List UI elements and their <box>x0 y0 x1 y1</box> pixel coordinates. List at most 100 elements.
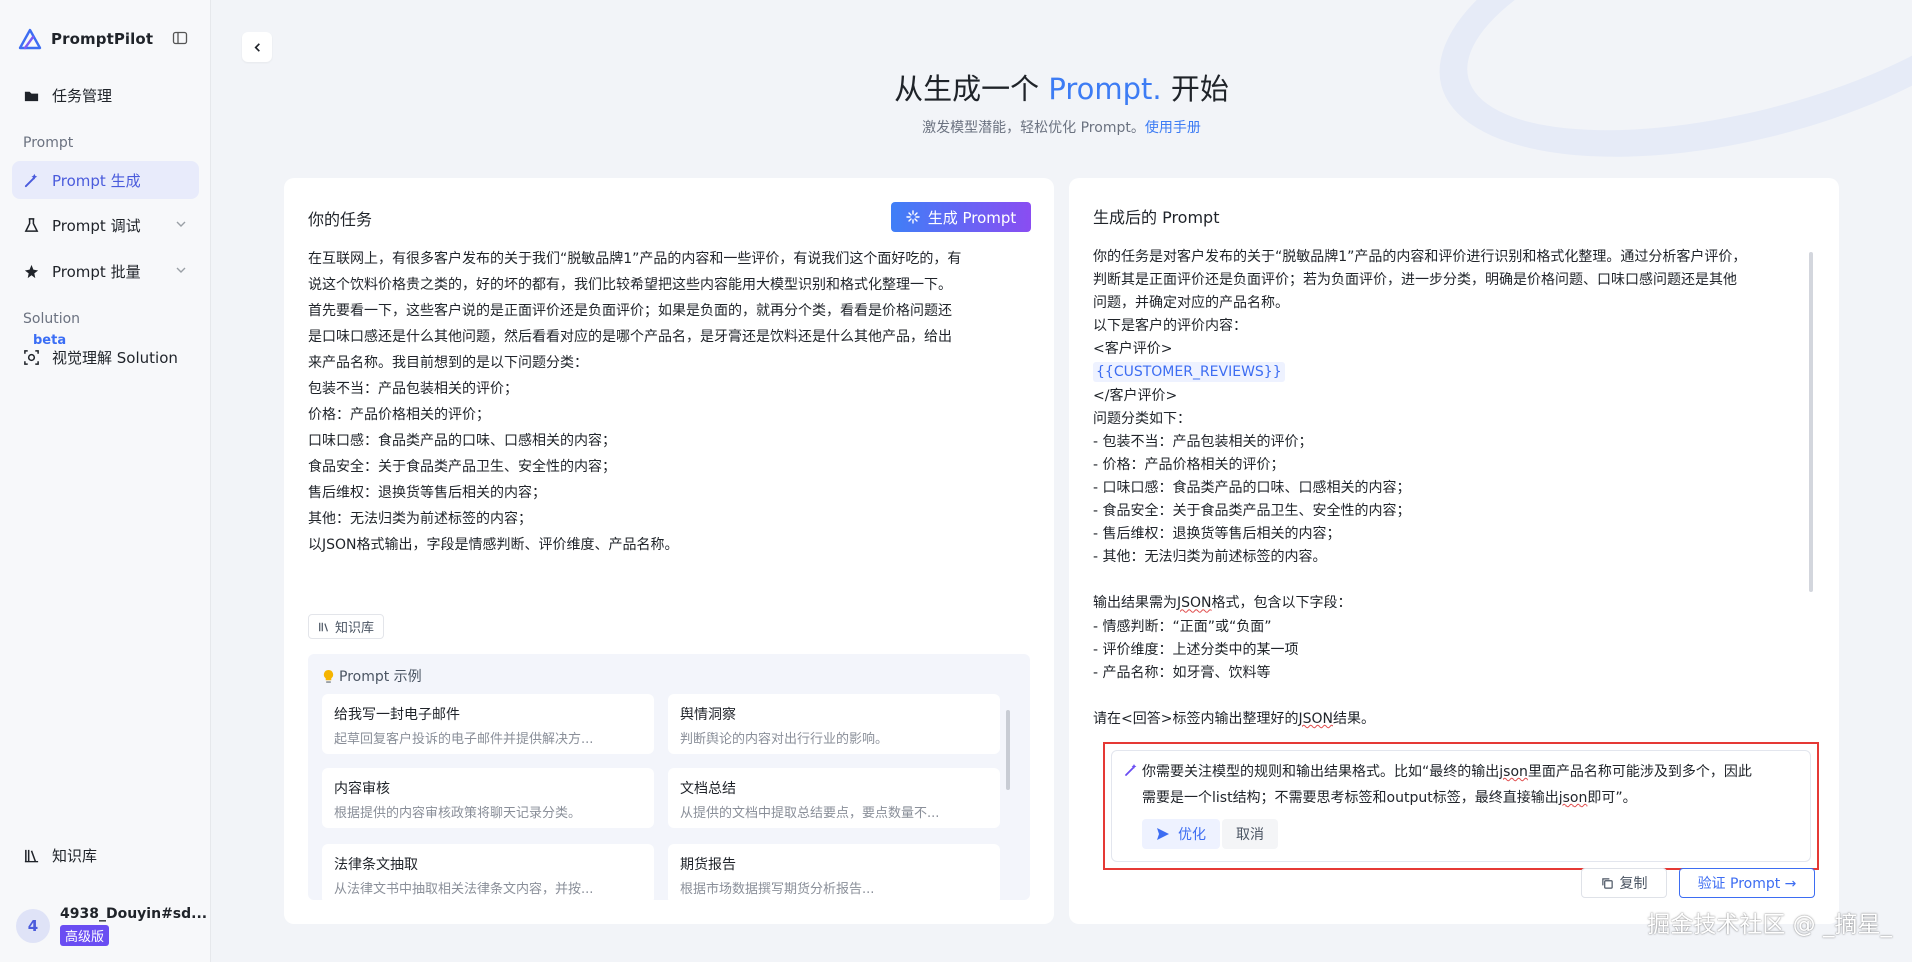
user-profile[interactable]: 4 4938_Douyin#sd... 高级版 <box>16 906 207 946</box>
result-panel: 生成后的 Prompt 你的任务是对客户发布的关于“脱敏品牌1”产品的内容和评价… <box>1069 178 1839 924</box>
result-line: 以下是客户的评价内容： <box>1093 318 1247 335</box>
text-segment: 格式，包含以下字段： <box>1211 595 1352 612</box>
verify-prompt-button[interactable]: 验证 Prompt → <box>1679 868 1815 898</box>
example-desc: 根据市场数据撰写期货分析报告... <box>680 882 875 897</box>
send-icon <box>1157 828 1169 840</box>
task-textarea[interactable]: 在互联网上，有很多客户发布的关于我们“脱敏品牌1”产品的内容和一些评价，有说我们… <box>308 246 1030 558</box>
example-desc: 从提供的文档中提取总结要点，要点数量不... <box>680 806 940 821</box>
magic-wand-icon <box>1125 764 1137 776</box>
spellcheck-word: json <box>1558 790 1588 806</box>
result-line: - 其他：无法归类为前述标签的内容。 <box>1093 549 1327 566</box>
avatar: 4 <box>16 909 50 943</box>
manual-link[interactable]: 使用手册 <box>1145 120 1201 136</box>
task-panel-title: 你的任务 <box>308 210 373 229</box>
sidebar-item-label: Prompt 批量 <box>52 262 141 281</box>
example-card[interactable]: 法律条文抽取 从法律文书中抽取相关法律条文内容，并按... <box>322 844 654 900</box>
text-segment: 请在<回答>标签内输出整理好的 <box>1093 710 1299 727</box>
cancel-button[interactable]: 取消 <box>1222 819 1278 849</box>
books-icon <box>22 846 40 864</box>
result-line: - 情感判断：“正面”或“负面” <box>1093 618 1272 635</box>
sidebar-item-prompt-debug[interactable]: Prompt 调试 <box>12 206 199 244</box>
task-line: 首先要看一下，这些客户说的是正面评价还是负面评价；如果是负面的，就再分个类，看看… <box>308 303 952 319</box>
title-suffix: 开始 <box>1161 72 1229 106</box>
result-line: - 售后维权：退换货等售后相关的内容； <box>1093 526 1341 543</box>
result-panel-title: 生成后的 Prompt <box>1093 208 1220 227</box>
prompt-examples: Prompt 示例 给我写一封电子邮件 起草回复客户投诉的电子邮件并提供解决方.… <box>308 654 1030 900</box>
knowledge-base-tag[interactable]: 知识库 <box>308 614 385 639</box>
books-icon <box>319 622 328 631</box>
task-line: 以JSON格式输出，字段是情感判断、评价维度、产品名称。 <box>308 537 679 553</box>
back-button[interactable] <box>242 32 272 62</box>
spellcheck-word: JSON <box>1298 710 1333 727</box>
result-line: 你的任务是对客户发布的关于“脱敏品牌1”产品的内容和评价进行识别和格式化整理。通… <box>1093 249 1747 265</box>
result-scrollbar[interactable] <box>1809 252 1813 592</box>
chevron-left-icon <box>253 42 260 52</box>
variable-chip: {{CUSTOMER_REVIEWS}} <box>1093 362 1285 383</box>
examples-header: Prompt 示例 <box>322 666 422 686</box>
brand-name: PromptPilot <box>51 30 154 48</box>
optimize-button[interactable]: 优化 <box>1142 819 1220 849</box>
copy-button[interactable]: 复制 <box>1581 868 1667 898</box>
result-line: - 包装不当：产品包装相关的评价； <box>1093 433 1313 450</box>
text-segment: 需要是一个 <box>1142 790 1212 806</box>
user-tier-badge: 高级版 <box>60 925 110 946</box>
sidebar-item-label: 视觉理解 Solution <box>52 348 178 367</box>
page-title: 从生成一个 Prompt. 开始 <box>211 66 1912 108</box>
result-line: {{CUSTOMER_REVIEWS}} <box>1093 361 1809 384</box>
example-card[interactable]: 舆情洞察 判断舆论的内容对出行行业的影响。 <box>668 694 1000 754</box>
example-card[interactable]: 期货报告 根据市场数据撰写期货分析报告... <box>668 844 1000 900</box>
sidebar-item-knowledge-base[interactable]: 知识库 <box>12 836 199 874</box>
eye-scan-icon <box>22 348 40 366</box>
task-line: 售后维权：退换货等售后相关的内容； <box>308 485 546 501</box>
verify-label: 验证 Prompt → <box>1697 876 1797 892</box>
user-name: 4938_Douyin#sd... <box>60 906 208 922</box>
example-title: 内容审核 <box>334 781 390 797</box>
result-line: 输出结果需为JSON格式，包含以下字段： <box>1093 592 1809 615</box>
page-subtitle: 激发模型潜能，轻松优化 Prompt。使用手册 <box>211 117 1912 137</box>
flask-icon <box>22 216 40 234</box>
result-line: - 口味口感：食品类产品的口味、口感相关的内容； <box>1093 479 1411 496</box>
example-card[interactable]: 内容审核 根据提供的内容审核政策将聊天记录分类。 <box>322 768 654 828</box>
example-desc: 根据提供的内容审核政策将聊天记录分类。 <box>334 806 582 821</box>
sidebar-item-prompt-generate[interactable]: Prompt 生成 <box>12 161 199 199</box>
cancel-label: 取消 <box>1236 827 1264 843</box>
task-line: 说这个饮料价格贵之类的，好的坏的都有，我们比较希望把这些内容能用大模型识别和格式… <box>308 277 952 293</box>
sidebar-item-visual-solution[interactable]: 视觉理解 Solution <box>12 338 199 376</box>
optimize-input-area[interactable]: 你需要关注模型的规则和输出结果格式。比如“最终的输出json里面产品名称可能涉及… <box>1111 750 1811 862</box>
examples-scrollbar[interactable] <box>1006 710 1010 790</box>
text-segment: 你需要关注模型的规则和输出结果格式。比如“最终的输出 <box>1142 764 1500 780</box>
example-desc: 判断舆论的内容对出行行业的影响。 <box>680 732 889 747</box>
magic-wand-icon <box>22 171 40 189</box>
nav-section-prompt: Prompt <box>23 135 74 151</box>
sparkle-icon <box>906 210 920 224</box>
spellcheck-word: json <box>1499 764 1528 780</box>
task-line: 来产品名称。我目前想到的是以下问题分类： <box>308 355 588 371</box>
generated-prompt-text[interactable]: 你的任务是对客户发布的关于“脱敏品牌1”产品的内容和评价进行识别和格式化整理。通… <box>1093 246 1809 731</box>
knowledge-base-tag-label: 知识库 <box>335 621 375 636</box>
sidebar-collapse-icon[interactable] <box>172 30 188 46</box>
sidebar-item-task-management[interactable]: 任务管理 <box>12 76 199 114</box>
chevron-down-icon <box>176 267 186 273</box>
sidebar-item-prompt-batch[interactable]: Prompt 批量 <box>12 252 199 290</box>
spellcheck-word: JSON <box>1177 595 1212 612</box>
example-card[interactable]: 文档总结 从提供的文档中提取总结要点，要点数量不... <box>668 768 1000 828</box>
promptpilot-logo-icon <box>18 28 42 50</box>
task-line: 是口味口感还是什么其他问题，然后看看对应的是哪个产品名，是牙膏还是饮料还是什么其… <box>308 329 952 345</box>
text-segment: 结果。 <box>1332 710 1375 727</box>
text-segment: 里面产品名称可能涉及到多个，因此 <box>1527 764 1752 780</box>
task-line: 在互联网上，有很多客户发布的关于我们“脱敏品牌1”产品的内容和一些评价，有说我们… <box>308 251 962 267</box>
generate-prompt-button[interactable]: 生成 Prompt <box>891 202 1031 232</box>
brand[interactable]: PromptPilot <box>18 28 153 50</box>
example-card[interactable]: 给我写一封电子邮件 起草回复客户投诉的电子邮件并提供解决方... <box>322 694 654 754</box>
text-segment: list <box>1212 790 1233 806</box>
result-line: <客户评价> <box>1093 341 1173 358</box>
nav-section-solution: Solution <box>23 311 81 327</box>
sidebar-item-label: Prompt 生成 <box>52 171 141 190</box>
example-title: 期货报告 <box>680 857 736 873</box>
example-title: 文档总结 <box>680 781 736 797</box>
optimize-highlight-box: 你需要关注模型的规则和输出结果格式。比如“最终的输出json里面产品名称可能涉及… <box>1103 742 1819 870</box>
title-prefix: 从生成一个 <box>894 72 1049 106</box>
watermark: 掘金技术社区 @ _摘星_ <box>1647 912 1892 938</box>
